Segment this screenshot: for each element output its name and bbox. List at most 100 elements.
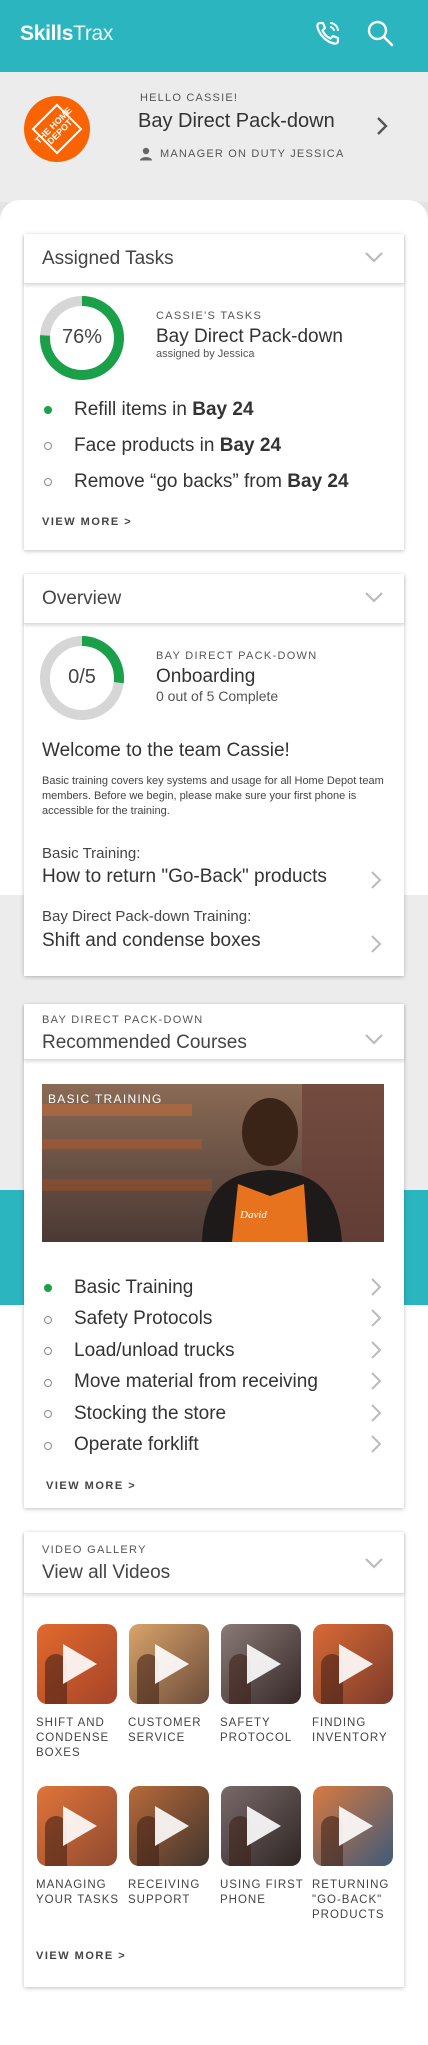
chevron-right-icon[interactable]: [370, 1434, 382, 1454]
task-status-dot: [44, 406, 52, 414]
onboarding-complete-count: 0 out of 5 Complete: [156, 688, 279, 704]
play-icon[interactable]: [339, 1806, 373, 1846]
task-item[interactable]: Face products in Bay 24: [44, 428, 394, 464]
user-icon: [140, 147, 152, 161]
greeting-text: HELLO CASSIE!: [140, 92, 239, 104]
course-item[interactable]: Safety Protocols: [44, 1304, 394, 1336]
play-icon[interactable]: [63, 1806, 97, 1846]
course-status-dot: [44, 1378, 52, 1387]
video-gallery-header[interactable]: VIDEO GALLERY View all Videos: [24, 1532, 404, 1594]
course-status-dot: [44, 1284, 52, 1292]
search-icon[interactable]: [365, 18, 395, 48]
overview-card: Overview 0/5 BAY DIRECT PACK-DOWN Onboar…: [24, 574, 404, 976]
task-status-dot: [44, 442, 52, 450]
app-logo[interactable]: SkillsTrax: [20, 22, 113, 46]
tasks-owner: CASSIE'S TASKS: [156, 310, 263, 322]
video-label: USING FIRST PHONE: [220, 1879, 304, 1906]
home-depot-logo: THE HOME DEPOT: [24, 96, 90, 162]
videos-view-more-link[interactable]: VIEW MORE >: [36, 1950, 126, 1962]
task-item[interactable]: Remove “go backs” from Bay 24: [44, 464, 394, 500]
course-item[interactable]: Load/unload trucks: [44, 1335, 394, 1367]
hero-name-tag: David: [239, 1209, 267, 1221]
recommended-title: Recommended Courses: [42, 1032, 247, 1053]
recommended-header[interactable]: BAY DIRECT PACK-DOWN Recommended Courses: [24, 1004, 404, 1060]
chevron-right-icon[interactable]: [370, 870, 382, 890]
video-label: SAFETY PROTOCOL: [220, 1717, 293, 1744]
courses-view-more-link[interactable]: VIEW MORE >: [46, 1480, 136, 1492]
chevron-right-icon[interactable]: [370, 1277, 382, 1297]
assigned-tasks-card: Assigned Tasks 76% CASSIE'S TASKS Bay Di…: [24, 234, 404, 550]
video-gallery-title: View all Videos: [42, 1562, 171, 1583]
training-category: Basic Training:: [42, 845, 141, 862]
welcome-description: Basic training covers key systems and us…: [42, 775, 384, 817]
phone-icon[interactable]: [313, 18, 343, 48]
chevron-down-icon[interactable]: [364, 250, 384, 264]
video-gallery-card: VIDEO GALLERY View all Videos SHIFT AND …: [24, 1532, 404, 1987]
video-label: RECEIVING SUPPORT: [128, 1879, 201, 1906]
tasks-location: Bay Direct Pack-down: [156, 326, 343, 347]
video-thumbnail[interactable]: [37, 1786, 117, 1866]
course-item[interactable]: Move material from receiving: [44, 1367, 394, 1399]
chevron-down-icon[interactable]: [364, 590, 384, 604]
training-item-go-back[interactable]: How to return "Go-Back" products: [42, 866, 327, 888]
assigned-tasks-title: Assigned Tasks: [42, 248, 174, 269]
tasks-assigned-by: assigned by Jessica: [156, 348, 255, 360]
chevron-down-icon[interactable]: [364, 1556, 384, 1570]
welcome-heading: Welcome to the team Cassie!: [42, 740, 290, 761]
chevron-right-icon[interactable]: [372, 114, 392, 138]
play-icon[interactable]: [247, 1644, 281, 1684]
video-thumbnail[interactable]: [313, 1624, 393, 1704]
tasks-view-more-link[interactable]: VIEW MORE >: [42, 516, 132, 528]
chevron-right-icon[interactable]: [370, 1340, 382, 1360]
video-label: MANAGING YOUR TASKS: [36, 1879, 120, 1906]
recommended-courses-card: BAY DIRECT PACK-DOWN Recommended Courses…: [24, 1004, 404, 1508]
video-label: CUSTOMER SERVICE: [128, 1717, 202, 1744]
play-icon[interactable]: [247, 1806, 281, 1846]
task-list: Refill items in Bay 24 Face products in …: [44, 392, 394, 500]
training-category: Bay Direct Pack-down Training:: [42, 908, 252, 925]
hero-badge: BASIC TRAINING: [48, 1092, 163, 1106]
task-item[interactable]: Refill items in Bay 24: [44, 392, 394, 428]
course-status-dot: [44, 1410, 52, 1418]
video-gallery-section: VIDEO GALLERY: [42, 1544, 147, 1556]
course-hero-video[interactable]: David BASIC TRAINING: [42, 1084, 384, 1242]
course-item[interactable]: Basic Training: [44, 1272, 394, 1304]
chevron-right-icon[interactable]: [370, 1403, 382, 1423]
manager-on-duty: MANAGER ON DUTY JESSICA: [160, 148, 345, 160]
chevron-down-icon[interactable]: [364, 1032, 384, 1046]
video-thumbnail[interactable]: [37, 1624, 117, 1704]
course-list: Basic Training Safety Protocols Load/unl…: [44, 1272, 394, 1461]
overview-location: BAY DIRECT PACK-DOWN: [156, 650, 318, 662]
video-thumbnail[interactable]: [221, 1624, 301, 1704]
assigned-tasks-header[interactable]: Assigned Tasks: [24, 234, 404, 284]
course-item[interactable]: Operate forklift: [44, 1430, 394, 1462]
video-thumbnail[interactable]: [221, 1786, 301, 1866]
hero-photo: David: [42, 1084, 384, 1242]
video-label: SHIFT AND CONDENSE BOXES: [36, 1717, 110, 1759]
overview-title: Overview: [42, 588, 122, 609]
video-thumbnail[interactable]: [313, 1786, 393, 1866]
video-thumbnail[interactable]: [129, 1624, 209, 1704]
chevron-right-icon[interactable]: [370, 934, 382, 954]
training-item-shift-condense[interactable]: Shift and condense boxes: [42, 930, 261, 952]
recommended-location: BAY DIRECT PACK-DOWN: [42, 1014, 204, 1026]
chevron-right-icon[interactable]: [370, 1308, 382, 1328]
video-label: RETURNING "GO-BACK" PRODUCTS: [312, 1879, 390, 1921]
play-icon[interactable]: [339, 1644, 373, 1684]
course-status-dot: [44, 1315, 52, 1324]
video-label: FINDING INVENTORY: [312, 1717, 388, 1744]
video-thumbnail[interactable]: [129, 1786, 209, 1866]
task-status-dot: [44, 478, 52, 486]
chevron-right-icon[interactable]: [370, 1371, 382, 1391]
play-icon[interactable]: [155, 1644, 189, 1684]
onboarding-progress-label: 0/5: [68, 666, 96, 688]
course-item[interactable]: Stocking the store: [44, 1398, 394, 1430]
onboarding-program: Onboarding: [156, 666, 256, 687]
course-status-dot: [44, 1441, 52, 1450]
play-icon[interactable]: [63, 1644, 97, 1684]
course-status-dot: [44, 1347, 52, 1355]
top-bar: SkillsTrax: [0, 0, 428, 72]
store-name: Bay Direct Pack-down: [138, 110, 335, 132]
play-icon[interactable]: [155, 1806, 189, 1846]
overview-header[interactable]: Overview: [24, 574, 404, 624]
